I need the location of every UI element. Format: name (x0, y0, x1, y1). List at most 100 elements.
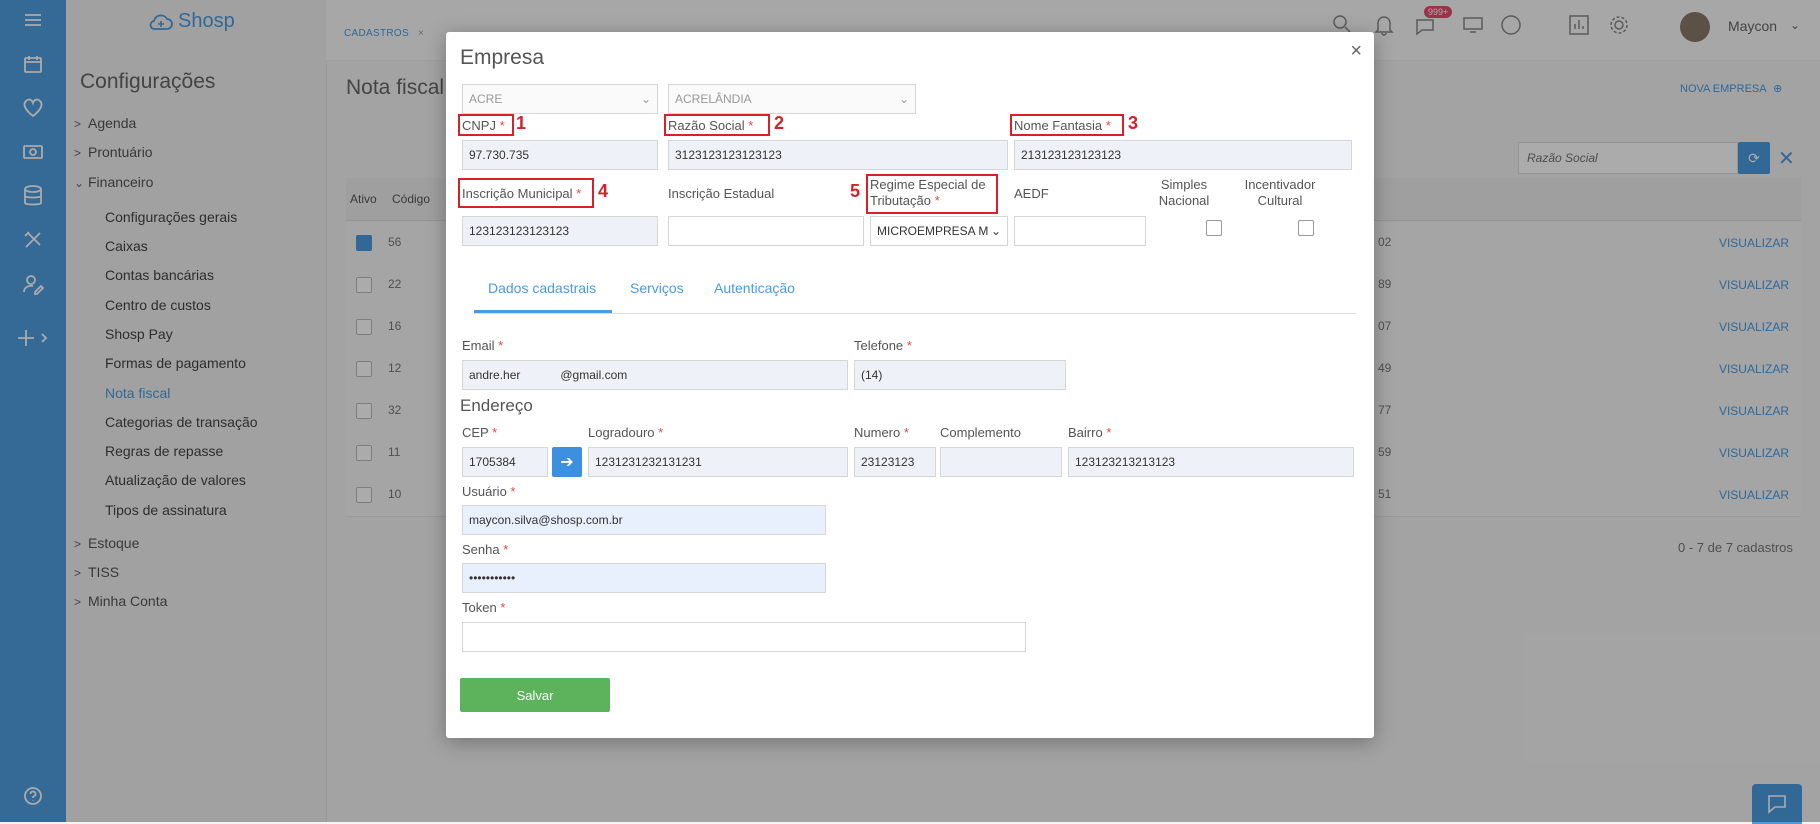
numero-value: 23123123 (861, 455, 915, 469)
cep-label: CEP * (462, 425, 497, 440)
required-mark: * (498, 338, 504, 353)
tab-autenticacao[interactable]: Autenticação (714, 280, 795, 296)
aedf-input[interactable] (1014, 216, 1146, 246)
cnpj-value: 97.730.735 (469, 148, 530, 162)
telefone-value: (14) (861, 368, 883, 382)
highlight-box (458, 114, 514, 136)
chevron-down-icon: ⌄ (898, 92, 909, 106)
marker-1: 1 (516, 113, 527, 133)
marker-5: 5 (850, 181, 861, 201)
cep-value: 1705384 (469, 455, 516, 469)
incentivador-label-line2: Cultural (1257, 193, 1303, 208)
highlight-box (458, 178, 594, 208)
telefone-label-text: Telefone (854, 338, 904, 353)
modal-title: Empresa (460, 46, 545, 69)
required-mark: * (503, 542, 509, 557)
regime-label-line2: Tributação * (870, 193, 986, 209)
email-label: Email * (462, 338, 503, 353)
logradouro-label-text: Logradouro (588, 425, 655, 440)
incentivador-cultural-checkbox[interactable] (1298, 220, 1314, 236)
usuario-label: Usuário * (462, 484, 515, 499)
token-label-text: Token (462, 600, 497, 615)
regime-label-line1: Regime Especial de (870, 177, 986, 192)
email-input[interactable]: andre.her @gmail.com (462, 360, 848, 390)
bairro-label: Bairro * (1068, 425, 1111, 440)
numero-label-text: Numero (854, 425, 901, 440)
inscricao-municipal-value: 123123123123123 (469, 224, 570, 238)
required-mark: * (510, 484, 516, 499)
bairro-label-text: Bairro (1068, 425, 1103, 440)
bairro-input[interactable]: 123123213213123 (1068, 447, 1354, 477)
token-label: Token * (462, 600, 505, 615)
bairro-value: 123123213213123 (1075, 455, 1176, 469)
usuario-label-text: Usuário (462, 484, 507, 499)
regime-select[interactable]: MICROEMPRESA M ⌄ (870, 216, 1008, 246)
senha-label-text: Senha (462, 542, 500, 557)
highlight-box (1010, 114, 1124, 136)
cep-search-button[interactable]: ➔ (552, 447, 582, 477)
regime-select-value: MICROEMPRESA M (877, 224, 989, 238)
cnpj-input[interactable]: 97.730.735 (462, 140, 658, 170)
fantasia-input[interactable]: 213123123123123 (1014, 140, 1352, 170)
usuario-value: maycon.silva@shosp.com.br (469, 513, 623, 527)
simples-label-line1: Simples (1160, 177, 1208, 192)
regime-label-line2-text: Tributação (870, 193, 931, 208)
senha-input[interactable]: ••••••••••• (462, 563, 826, 593)
inscricao-municipal-input[interactable]: 123123123123123 (462, 216, 658, 246)
complemento-label: Complemento (940, 425, 1021, 440)
required-mark: * (658, 425, 664, 440)
incentivador-label: Incentivador Cultural (1240, 177, 1320, 209)
fantasia-value: 213123123123123 (1021, 148, 1122, 162)
required-mark: * (492, 425, 498, 440)
required-mark: * (1106, 425, 1112, 440)
inscricao-estadual-label: Inscrição Estadual (668, 186, 775, 201)
simples-label: Simples Nacional (1152, 177, 1216, 209)
aedf-label: AEDF (1014, 186, 1049, 201)
marker-2: 2 (774, 113, 785, 133)
required-mark: * (500, 600, 506, 615)
logradouro-input[interactable]: 1231231232131231 (588, 447, 848, 477)
cep-input[interactable]: 1705384 (462, 447, 548, 477)
required-mark: * (903, 425, 909, 440)
required-mark: * (934, 193, 940, 208)
city-select-value: ACRELÂNDIA (675, 92, 752, 106)
chevron-down-icon: ⌄ (990, 224, 1001, 238)
razao-value: 3123123123123123 (675, 148, 782, 162)
email-label-text: Email (462, 338, 495, 353)
tabs-divider (474, 313, 1356, 314)
close-icon[interactable]: × (1350, 40, 1362, 63)
inscricao-estadual-input[interactable] (668, 216, 864, 246)
telefone-input[interactable]: (14) (854, 360, 1066, 390)
tab-dados-cadastrais[interactable]: Dados cadastrais (488, 280, 596, 296)
marker-3: 3 (1128, 113, 1139, 133)
email-value: andre.her @gmail.com (469, 368, 628, 382)
numero-label: Numero * (854, 425, 909, 440)
complemento-input[interactable] (940, 447, 1062, 477)
token-input[interactable] (462, 622, 1026, 652)
regime-label: Regime Especial de Tributação * (870, 177, 986, 209)
save-button[interactable]: Salvar (460, 678, 610, 712)
company-modal: Empresa × ACRE ⌄ ACRELÂNDIA ⌄ CNPJ * 1 R… (446, 32, 1374, 738)
senha-value: ••••••••••• (469, 571, 516, 585)
razao-input[interactable]: 3123123123123123 (668, 140, 1008, 170)
address-heading: Endereço (460, 396, 533, 415)
tab-servicos[interactable]: Serviços (630, 280, 684, 296)
logradouro-label: Logradouro * (588, 425, 663, 440)
incentivador-label-line1: Incentivador (1244, 177, 1316, 192)
city-select[interactable]: ACRELÂNDIA ⌄ (668, 84, 916, 114)
telefone-label: Telefone * (854, 338, 912, 353)
chevron-down-icon: ⌄ (640, 92, 651, 106)
state-select[interactable]: ACRE ⌄ (462, 84, 658, 114)
usuario-input[interactable]: maycon.silva@shosp.com.br (462, 505, 826, 535)
highlight-box (664, 114, 770, 136)
required-mark: * (906, 338, 912, 353)
arrow-right-icon: ➔ (560, 454, 574, 471)
senha-label: Senha * (462, 542, 508, 557)
cep-label-text: CEP (462, 425, 489, 440)
simples-label-line2: Nacional (1158, 193, 1210, 208)
simples-nacional-checkbox[interactable] (1206, 220, 1222, 236)
numero-input[interactable]: 23123123 (854, 447, 936, 477)
logradouro-value: 1231231232131231 (595, 455, 702, 469)
state-select-value: ACRE (469, 92, 503, 106)
marker-4: 4 (598, 181, 609, 201)
